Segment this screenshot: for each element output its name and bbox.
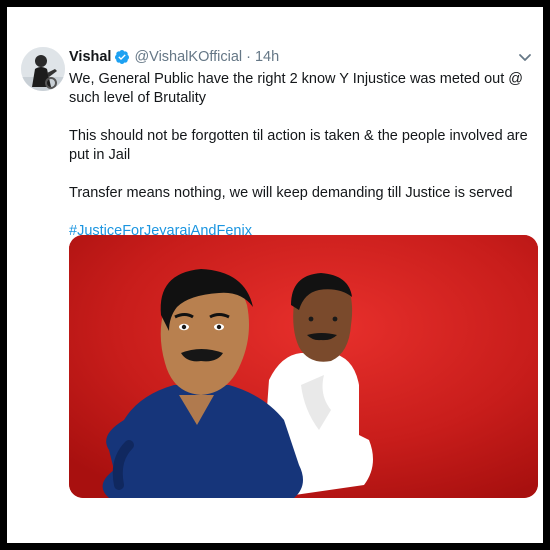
- avatar[interactable]: [21, 47, 65, 91]
- tweet-paragraph: We, General Public have the right 2 know…: [69, 71, 523, 106]
- tweet-text: We, General Public have the right 2 know…: [69, 70, 537, 260]
- tweet-timestamp[interactable]: 14h: [255, 49, 279, 65]
- tweet-card[interactable]: Vishal @VishalKOfficial · 14h We, Genera…: [7, 7, 543, 543]
- tweet-media-image[interactable]: [69, 235, 538, 498]
- tweet-header: Vishal @VishalKOfficial · 14h: [69, 47, 279, 67]
- tweet-frame: Vishal @VishalKOfficial · 14h We, Genera…: [7, 7, 543, 543]
- author-handle[interactable]: @VishalKOfficial: [134, 49, 242, 65]
- tweet-paragraph: This should not be forgotten til action …: [69, 128, 528, 163]
- chevron-down-icon[interactable]: [517, 51, 533, 63]
- author-name[interactable]: Vishal: [69, 49, 111, 65]
- header-separator: ·: [246, 49, 251, 65]
- verified-badge-icon: [115, 50, 130, 64]
- illustration: [69, 235, 538, 498]
- tweet-paragraph: Transfer means nothing, we will keep dem…: [69, 185, 513, 201]
